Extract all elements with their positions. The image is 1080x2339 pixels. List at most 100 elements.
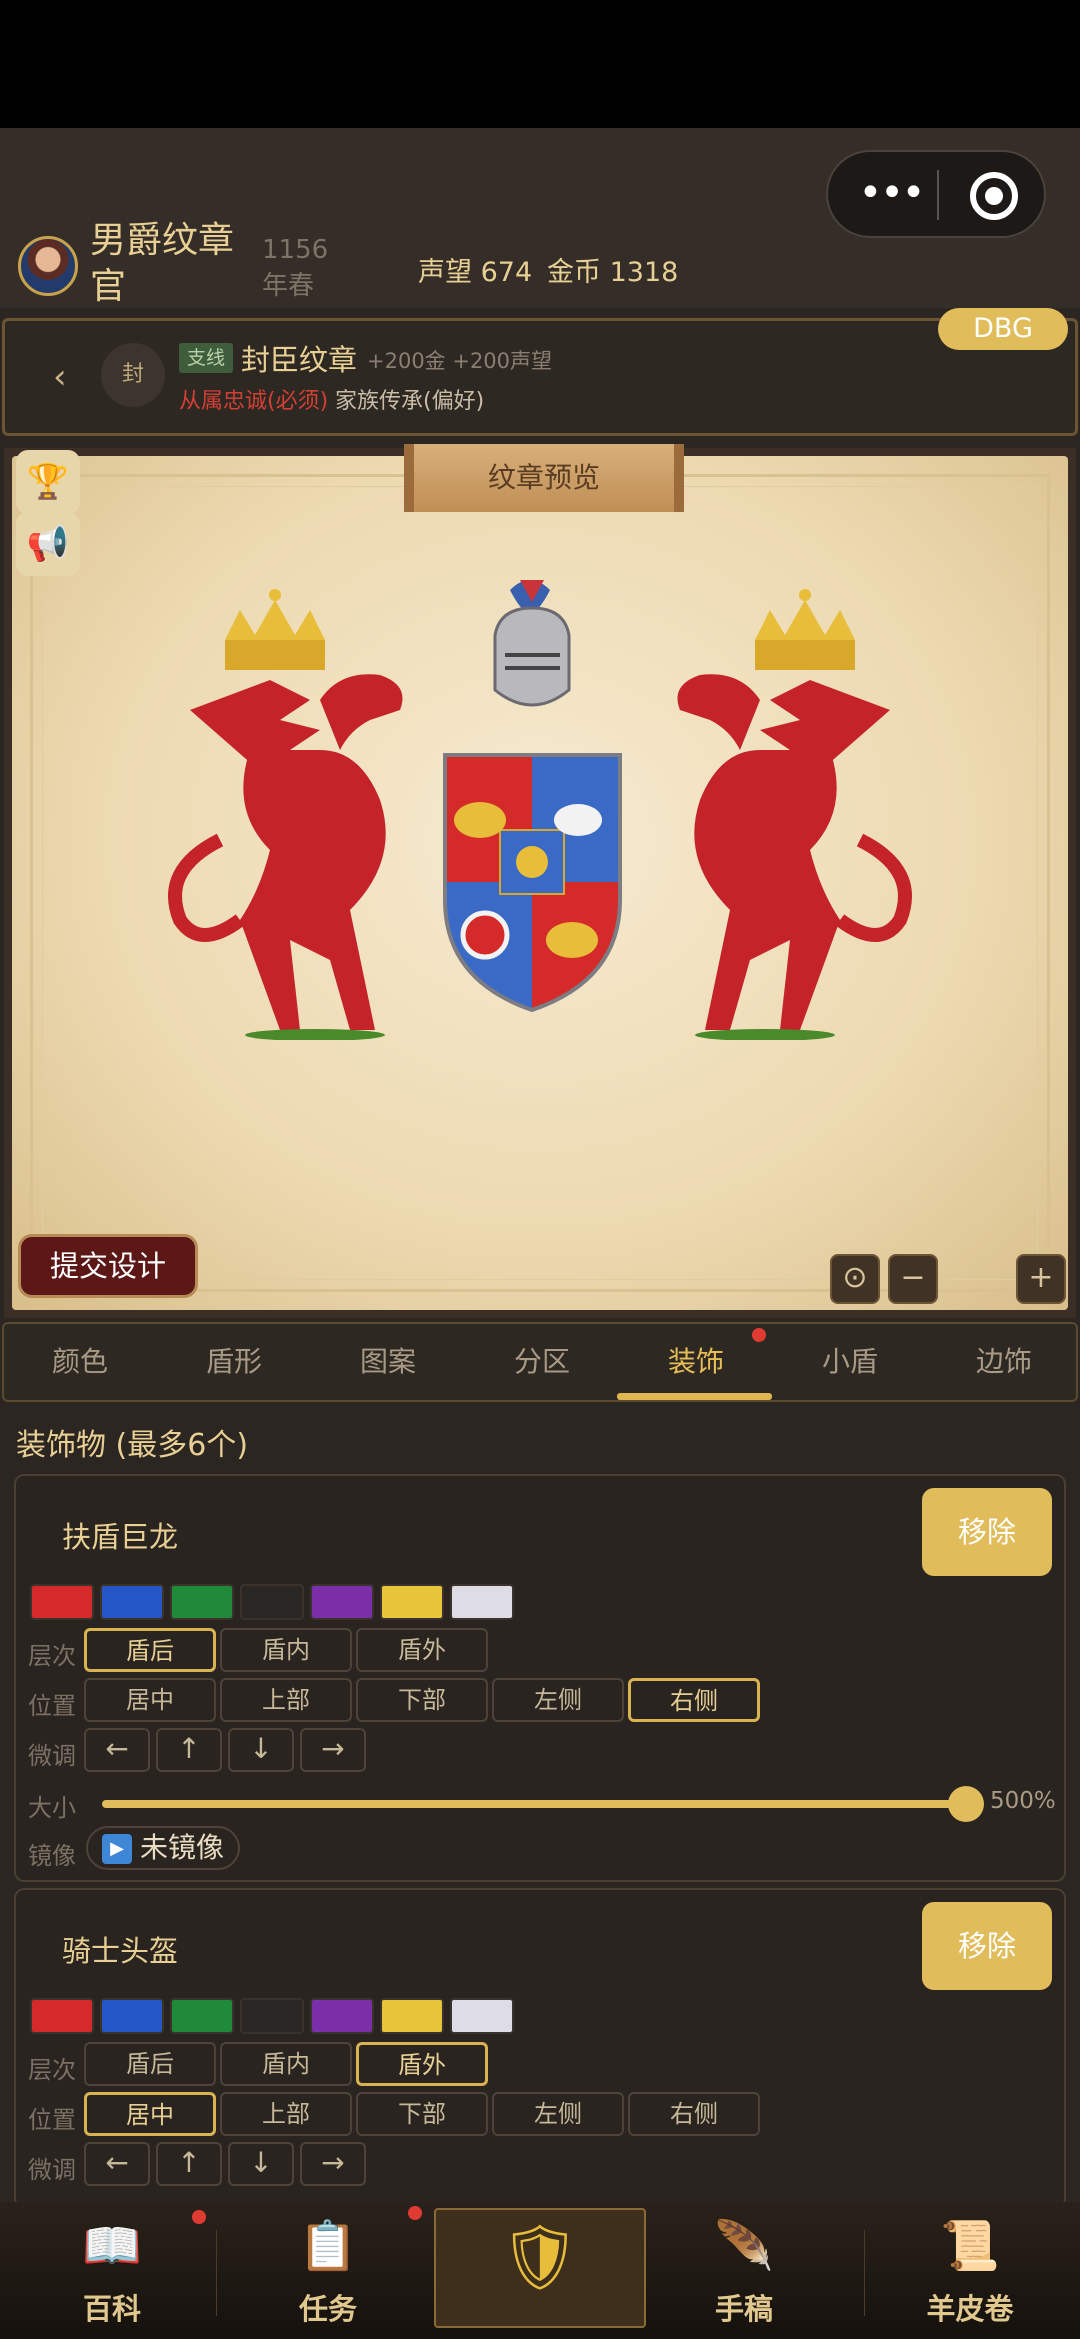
position-option-left[interactable]: 左侧 — [492, 2092, 624, 2136]
nudge-left-icon[interactable]: ← — [84, 1728, 150, 1772]
position-option-right[interactable]: 右侧 — [628, 1678, 760, 1722]
color-swatch-red[interactable] — [30, 1998, 94, 2034]
scroll-icon: 📜 — [940, 2218, 1000, 2274]
tab-border[interactable]: 边饰 — [944, 1324, 1064, 1400]
preview-title-scroll: 纹章预览 — [404, 444, 684, 512]
trophy-icon[interactable]: 🏆 — [16, 450, 80, 514]
nudge-up-icon[interactable]: ↑ — [156, 1728, 222, 1772]
shield — [443, 753, 622, 1013]
nudge-right-icon[interactable]: → — [300, 2142, 366, 2186]
position-option-center[interactable]: 居中 — [84, 2092, 216, 2136]
gold-counter: 金币 1318 — [547, 257, 679, 288]
color-swatch-gold[interactable] — [380, 1998, 444, 2034]
quill-icon: 🪶 — [714, 2218, 774, 2274]
coat-of-arms — [168, 580, 912, 1040]
play-icon: ▶ — [102, 1834, 132, 1864]
back-arrow-icon[interactable]: ‹ — [53, 357, 67, 397]
game-date: 1156年春 — [262, 235, 329, 301]
nav-encyclopedia[interactable]: 📖 百科 — [12, 2206, 212, 2338]
position-option-right[interactable]: 右侧 — [628, 2092, 760, 2136]
quest-type-badge: 支线 — [179, 343, 234, 373]
debug-button[interactable]: DBG — [938, 308, 1068, 350]
crown-right — [755, 589, 855, 670]
knight-helmet — [493, 580, 571, 707]
color-swatch-green[interactable] — [170, 1998, 234, 2034]
tab-small-shield[interactable]: 小盾 — [790, 1324, 910, 1400]
position-option-top[interactable]: 上部 — [220, 1678, 352, 1722]
layer-option-inside[interactable]: 盾内 — [220, 1628, 352, 1672]
editor-tabs: 颜色 盾形 图案 分区 装饰 小盾 边饰 — [2, 1322, 1078, 1402]
nav-tasks[interactable]: 📋 任务 — [228, 2206, 428, 2338]
submit-design-button[interactable]: 提交设计 — [18, 1234, 198, 1298]
nav-notification-dot — [192, 2210, 206, 2224]
color-swatch-red[interactable] — [30, 1584, 94, 1620]
more-icon[interactable]: ••• — [850, 166, 932, 224]
color-swatch-green[interactable] — [170, 1584, 234, 1620]
color-swatch-purple[interactable] — [310, 1584, 374, 1620]
dragon-left — [168, 674, 403, 1040]
size-label: 大小 — [28, 1794, 76, 1822]
layer-option-behind[interactable]: 盾后 — [84, 2042, 216, 2086]
remove-button[interactable]: 移除 — [922, 1902, 1052, 1990]
position-option-bottom[interactable]: 下部 — [356, 1678, 488, 1722]
position-option-left[interactable]: 左侧 — [492, 1678, 624, 1722]
nudge-up-icon[interactable]: ↑ — [156, 2142, 222, 2186]
size-slider-handle[interactable] — [948, 1786, 984, 1822]
nudge-right-icon[interactable]: → — [300, 1728, 366, 1772]
zoom-out-button[interactable]: − — [888, 1254, 938, 1304]
color-swatch-black[interactable] — [240, 1584, 304, 1620]
nav-heraldry[interactable]: 🛡 — [440, 2206, 640, 2338]
nudge-label: 微调 — [28, 2156, 76, 2184]
layer-option-inside[interactable]: 盾内 — [220, 2042, 352, 2086]
tab-pattern[interactable]: 图案 — [328, 1324, 448, 1400]
color-swatch-silver[interactable] — [450, 1998, 514, 2034]
zoom-in-button[interactable]: + — [1016, 1254, 1066, 1304]
nudge-down-icon[interactable]: ↓ — [228, 1728, 294, 1772]
position-label: 位置 — [28, 1692, 76, 1720]
tab-notification-dot — [752, 1328, 766, 1342]
decoration-name: 扶盾巨龙 — [62, 1520, 179, 1554]
quest-requirement: 从属忠诚(必须) — [179, 389, 329, 414]
nav-notification-dot — [408, 2206, 422, 2220]
tab-division[interactable]: 分区 — [482, 1324, 602, 1400]
nav-label: 羊皮卷 — [926, 2292, 1014, 2326]
tab-color[interactable]: 颜色 — [20, 1324, 140, 1400]
tab-decoration[interactable]: 装饰 — [636, 1324, 756, 1400]
color-swatch-blue[interactable] — [100, 1998, 164, 2034]
nudge-label: 微调 — [28, 1742, 76, 1770]
nudge-left-icon[interactable]: ← — [84, 2142, 150, 2186]
layer-option-outside[interactable]: 盾外 — [356, 2042, 488, 2086]
tab-shield-shape[interactable]: 盾形 — [174, 1324, 294, 1400]
mirror-label: 镜像 — [28, 1842, 76, 1870]
position-option-top[interactable]: 上部 — [220, 2092, 352, 2136]
quest-preference: 家族传承(偏好) — [335, 389, 485, 414]
nav-parchment[interactable]: 📜 羊皮卷 — [870, 2206, 1070, 2338]
remove-button[interactable]: 移除 — [922, 1488, 1052, 1576]
megaphone-icon[interactable]: 📢 — [16, 512, 80, 576]
color-swatch-silver[interactable] — [450, 1584, 514, 1620]
nudge-down-icon[interactable]: ↓ — [228, 2142, 294, 2186]
position-option-center[interactable]: 居中 — [84, 1678, 216, 1722]
color-swatch-blue[interactable] — [100, 1584, 164, 1620]
nav-divider — [216, 2230, 217, 2316]
layer-label: 层次 — [28, 2056, 76, 2084]
status-bar — [0, 0, 1080, 128]
color-swatch-black[interactable] — [240, 1998, 304, 2034]
nav-manuscript[interactable]: 🪶 手稿 — [644, 2206, 844, 2338]
capsule-divider — [937, 170, 939, 220]
nav-label: 手稿 — [714, 2292, 773, 2326]
recenter-icon[interactable]: ⊙ — [830, 1254, 880, 1304]
mirror-state: 未镜像 — [140, 1831, 225, 1864]
quest-title: 封臣纹章 — [241, 343, 358, 377]
layer-option-outside[interactable]: 盾外 — [356, 1628, 488, 1672]
decoration-card: 扶盾巨龙 移除 层次 盾后 盾内 盾外 位置 居中 上部 下部 左侧 右侧 微调… — [14, 1474, 1066, 1882]
color-swatch-gold[interactable] — [380, 1584, 444, 1620]
crown-left — [225, 589, 325, 670]
mirror-toggle[interactable]: ▶ 未镜像 — [86, 1826, 241, 1870]
position-option-bottom[interactable]: 下部 — [356, 2092, 488, 2136]
layer-option-behind[interactable]: 盾后 — [84, 1628, 216, 1672]
size-slider-track[interactable] — [102, 1800, 982, 1808]
avatar[interactable] — [18, 236, 78, 296]
close-target-icon[interactable] — [970, 172, 1018, 220]
color-swatch-purple[interactable] — [310, 1998, 374, 2034]
